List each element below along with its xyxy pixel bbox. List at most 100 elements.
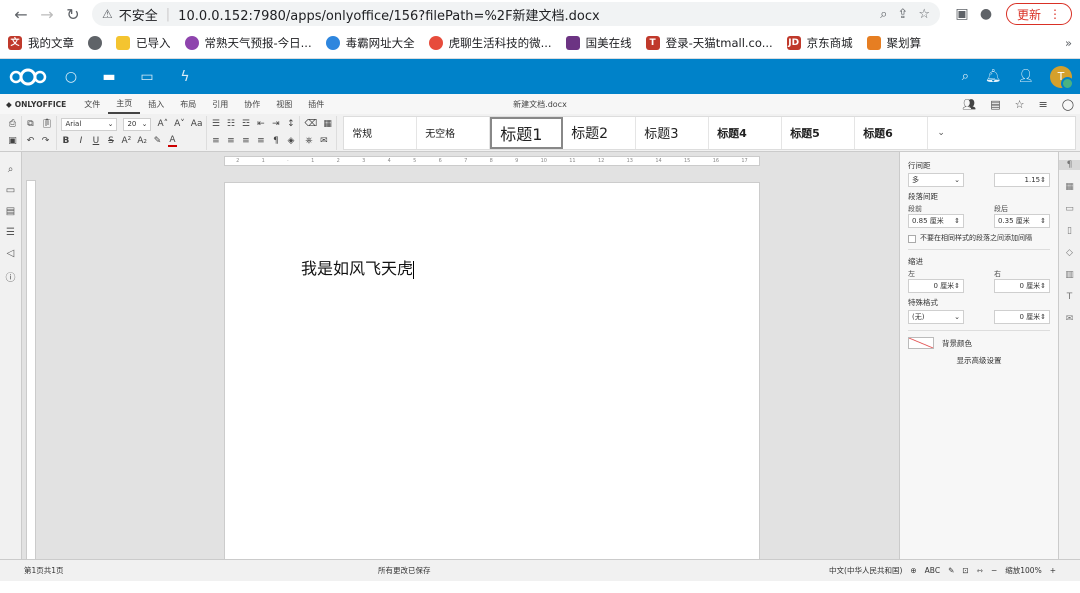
style-heading1[interactable]: 标题1 xyxy=(490,116,564,149)
favorite-icon[interactable]: ☆ xyxy=(1015,98,1025,111)
bookmark-folder[interactable]: 已导入 xyxy=(116,35,171,51)
search-icon[interactable]: ⌕ xyxy=(8,164,14,175)
forward-icon[interactable]: → xyxy=(34,2,60,26)
chat-icon[interactable]: ▤ xyxy=(6,206,15,217)
spinner-icon[interactable]: ⇕ xyxy=(1040,282,1046,290)
nextcloud-logo-icon[interactable] xyxy=(8,67,52,87)
increase-indent-icon[interactable]: ⇥ xyxy=(271,119,280,129)
tab-layout[interactable]: 布局 xyxy=(172,94,204,114)
shape-settings-icon[interactable]: ◇ xyxy=(1066,248,1073,258)
bookmark-item[interactable]: 国美在线 xyxy=(565,35,632,51)
show-advanced-settings-link[interactable]: 显示高级设置 xyxy=(908,355,1050,366)
highlight-icon[interactable]: ✎ xyxy=(153,136,162,146)
decrease-font-icon[interactable]: A˅ xyxy=(174,119,185,129)
italic-icon[interactable]: I xyxy=(76,136,85,146)
document-page[interactable]: 我是如风飞天虎 xyxy=(224,182,760,559)
line-spacing-mode-select[interactable]: 多 ⌄ xyxy=(908,173,964,187)
spinner-icon[interactable]: ⇕ xyxy=(954,282,960,290)
style-heading6[interactable]: 标题6 xyxy=(855,116,929,149)
more-bookmarks-icon[interactable]: » xyxy=(1065,36,1072,50)
print-icon[interactable]: ⎙ xyxy=(8,119,17,129)
reload-icon[interactable]: ↻ xyxy=(60,2,86,26)
address-bar[interactable]: ⚠ 不安全 | 10.0.0.152:7980/apps/onlyoffice/… xyxy=(92,2,940,26)
contacts-icon[interactable]: 👤︎ xyxy=(1017,69,1034,84)
align-left-icon[interactable]: ≡ xyxy=(211,136,220,146)
zoom-level[interactable]: 缩放100% xyxy=(1005,565,1041,576)
bookmark-item[interactable]: 聚划算 xyxy=(866,35,921,51)
spinner-icon[interactable]: ⇕ xyxy=(1040,176,1046,184)
navigation-icon[interactable]: ☰ xyxy=(6,227,15,238)
numbered-list-icon[interactable]: ☷ xyxy=(226,119,235,129)
vertical-ruler[interactable] xyxy=(26,180,36,559)
tab-plugins[interactable]: 插件 xyxy=(300,94,332,114)
tab-collaboration[interactable]: 协作 xyxy=(236,94,268,114)
share-icon[interactable]: ⇪ xyxy=(897,7,908,22)
tab-references[interactable]: 引用 xyxy=(204,94,236,114)
paragraph-settings-icon[interactable]: ¶ xyxy=(1059,160,1080,170)
zoom-out-icon[interactable]: − xyxy=(991,566,997,575)
paragraph-mark-icon[interactable]: ¶ xyxy=(271,136,280,146)
document-canvas[interactable]: 2 1 · 1 2 3 4 5 6 7 8 9 10 11 12 13 14 15 16 17 我是如风飞天虎 xyxy=(22,152,899,559)
share-user-icon[interactable]: 👥︎ xyxy=(962,98,976,111)
font-name-select[interactable]: Arial ⌄ xyxy=(61,117,118,131)
spinner-icon[interactable]: ⇕ xyxy=(1040,217,1046,225)
profile-icon[interactable]: ● xyxy=(974,6,998,22)
strikethrough-icon[interactable]: S xyxy=(106,136,115,146)
dashboard-icon[interactable]: ○ xyxy=(52,69,90,85)
bookmark-item[interactable] xyxy=(88,36,102,50)
language-select[interactable]: 中文(中华人民共和国) xyxy=(829,565,902,576)
line-spacing-icon[interactable]: ↕ xyxy=(286,119,295,129)
justify-icon[interactable]: ≡ xyxy=(256,136,265,146)
textart-settings-icon[interactable]: T xyxy=(1067,292,1073,302)
star-icon[interactable]: ☆ xyxy=(918,7,930,22)
style-heading2[interactable]: 标题2 xyxy=(563,116,637,149)
notifications-icon[interactable]: 🔔︎ xyxy=(985,69,1002,84)
copy-icon[interactable]: ⧉ xyxy=(26,119,35,129)
style-normal[interactable]: 常规 xyxy=(344,116,418,149)
font-size-select[interactable]: 20 ⌄ xyxy=(123,117,152,131)
left-indent-input[interactable]: 0 厘米 ⇕ xyxy=(908,279,964,294)
special-format-select[interactable]: (无) ⌄ xyxy=(908,310,964,325)
tab-file[interactable]: 文件 xyxy=(76,94,108,114)
style-heading3[interactable]: 标题3 xyxy=(636,116,710,149)
undo-icon[interactable]: ↶ xyxy=(26,136,35,146)
shading-icon[interactable]: ◈ xyxy=(286,136,295,146)
style-heading5[interactable]: 标题5 xyxy=(782,116,856,149)
back-icon[interactable]: ← xyxy=(8,2,34,26)
table-settings-icon[interactable]: ▦ xyxy=(1065,182,1074,192)
update-button[interactable]: 更新 ⋮ xyxy=(1005,3,1072,25)
mail-merge-settings-icon[interactable]: ✉ xyxy=(1066,314,1074,324)
format-painter-icon[interactable]: ⎈ xyxy=(304,136,313,146)
subscript-icon[interactable]: A₂ xyxy=(137,136,147,146)
spacing-before-input[interactable]: 0.85 厘米 ⇕ xyxy=(908,214,964,228)
spinner-icon[interactable]: ⇕ xyxy=(954,217,960,225)
language-icon[interactable]: ⊕ xyxy=(910,566,916,575)
style-heading4[interactable]: 标题4 xyxy=(709,116,783,149)
search-icon[interactable]: ⌕ xyxy=(962,69,969,84)
font-color-icon[interactable]: A xyxy=(167,135,177,147)
fit-page-icon[interactable]: ⊡ xyxy=(962,566,968,575)
increase-font-icon[interactable]: A˄ xyxy=(157,119,168,129)
spinner-icon[interactable]: ⇕ xyxy=(1040,313,1046,321)
zoom-icon[interactable]: ⌕ xyxy=(880,7,887,22)
align-right-icon[interactable]: ≡ xyxy=(241,136,250,146)
mail-merge-icon[interactable]: ✉ xyxy=(319,136,328,146)
special-format-input[interactable]: 0 厘米 ⇕ xyxy=(994,310,1050,325)
tab-home[interactable]: 主页 xyxy=(108,94,141,114)
image-settings-icon[interactable]: ▭ xyxy=(1065,204,1074,214)
photos-icon[interactable]: ▭ xyxy=(128,69,166,85)
spellcheck-icon[interactable]: ABC xyxy=(925,566,940,575)
save-icon[interactable]: ▣ xyxy=(8,136,17,146)
bold-icon[interactable]: B xyxy=(61,136,70,146)
about-icon[interactable]: ⓘ xyxy=(6,269,16,284)
bookmark-item[interactable]: 毒霸网址大全 xyxy=(325,35,415,51)
comments-icon[interactable]: ▭ xyxy=(6,185,15,196)
horizontal-ruler[interactable]: 2 1 · 1 2 3 4 5 6 7 8 9 10 11 12 13 14 15 16 17 xyxy=(224,156,760,166)
track-changes-icon[interactable]: ✎ xyxy=(948,566,954,575)
redo-icon[interactable]: ↷ xyxy=(41,136,50,146)
zoom-in-icon[interactable]: + xyxy=(1050,566,1056,575)
background-color-picker[interactable] xyxy=(908,337,934,350)
bookmark-item[interactable]: T 登录-天猫tmall.co... xyxy=(645,35,773,51)
bookmark-item[interactable]: 文我的文章 xyxy=(8,35,74,51)
chart-settings-icon[interactable]: ▥ xyxy=(1065,270,1074,280)
